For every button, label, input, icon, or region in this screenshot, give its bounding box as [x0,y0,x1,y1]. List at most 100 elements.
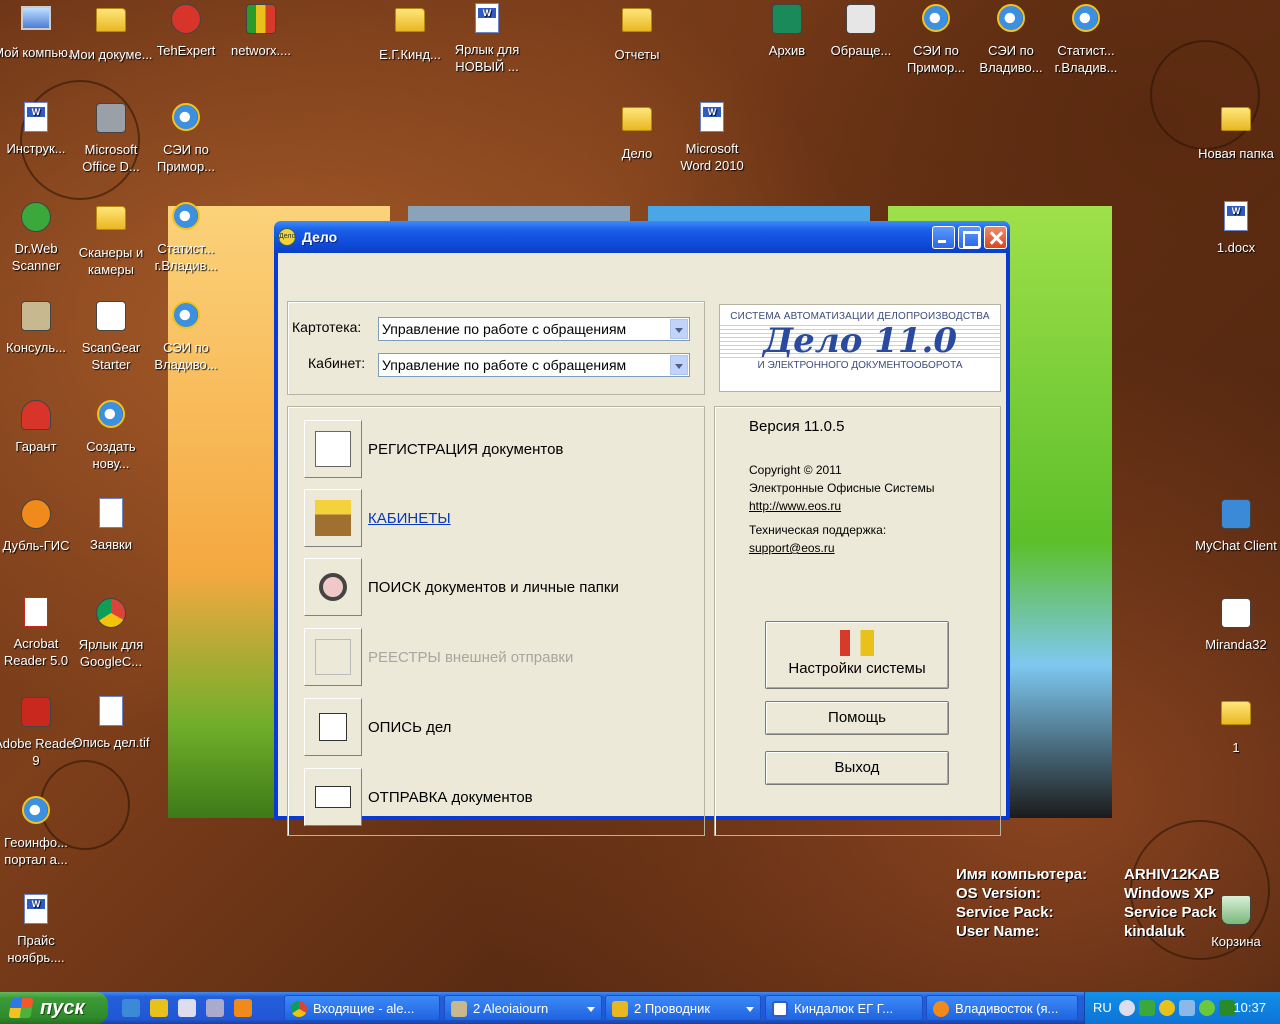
quicklaunch-office-icon[interactable] [234,999,252,1017]
registration-button[interactable] [304,420,362,478]
desktop-icon-zayavki[interactable]: Заявки [68,497,154,553]
menu-inventory[interactable]: ОПИСЬ дел [304,698,451,756]
app-group-icon [451,1001,467,1017]
desktop-icon-scangear[interactable]: ScanGear Starter [68,299,154,373]
ie-icon [172,202,200,230]
desktop-icon-scanners[interactable]: Сканеры и камеры [68,200,154,278]
maximize-button[interactable] [958,225,981,249]
desktop-icon-chrome-shortcut[interactable]: Ярлык для GoogleC... [68,596,154,670]
desktop-icon-docx[interactable]: W 1.docx [1193,200,1279,256]
kartoteka-select[interactable]: Управление по работе с обращениям [378,317,690,341]
desktop-icon-eg-kind[interactable]: Е.Г.Кинд... [367,2,453,63]
desktop-icon-new-folder[interactable]: Новая папка [1193,101,1279,162]
kartoteka-label: Картотека: [292,319,362,335]
desktop-icon-word-2010[interactable]: W Microsoft Word 2010 [669,101,755,174]
desktop-icon-label: Е.Г.Кинд... [379,47,441,62]
help-button[interactable]: Помощь [765,701,949,735]
desktop-icon-my-documents[interactable]: Мои докуме... [68,2,154,63]
folder-icon [395,8,425,32]
chevron-down-icon[interactable] [670,319,688,339]
settings-button[interactable]: Настройки системы [765,621,949,689]
desktop-icon-label: Новая папка [1198,146,1274,161]
folder-icon [96,8,126,32]
desktop-icon-statist-2[interactable]: Статист... г.Владив... [143,200,229,274]
menu-cabinets-label[interactable]: КАБИНЕТЫ [368,510,451,527]
desktop-icon-prais[interactable]: W Прайс ноябрь.... [0,893,79,966]
task-word-doc[interactable]: Киндалюк ЕГ Г... [765,995,923,1021]
tray-app-icon[interactable] [1139,1000,1155,1016]
os-value: Windows XP [1124,885,1214,902]
ie-icon [997,4,1025,32]
kartoteka-value: Управление по работе с обращениям [382,321,627,337]
pdf-icon [21,697,51,727]
word-icon [772,1001,788,1017]
desktop-icon-shortcut-new[interactable]: W Ярлык для НОВЫЙ ... [444,2,530,75]
desktop-icon-opis-tif[interactable]: Опись дел.tif [68,695,154,751]
desktop-icon-ms-office-doc[interactable]: Microsoft Office D... [68,101,154,175]
desktop-icon-reports[interactable]: Отчеты [594,2,680,63]
start-button[interactable]: пуск [0,992,108,1024]
window-titlebar[interactable]: Дело Дело [274,221,1010,253]
desktop-icon-label: Консуль... [6,340,66,355]
tray-user-icon[interactable] [1159,1000,1175,1016]
desktop-icon-statist-top[interactable]: Статист... г.Владив... [1043,2,1129,76]
scanner-icon [96,103,126,133]
tray-antivirus-icon[interactable] [1199,1000,1215,1016]
task-inbox[interactable]: Входящие - ale... [284,995,440,1021]
desktop-icon-label: 1 [1232,740,1240,755]
chevron-down-icon[interactable] [670,355,688,375]
task-group-aleoiaiourn[interactable]: 2 Aleoiaiourn [444,995,602,1021]
task-dublgis[interactable]: Владивосток (я... [926,995,1078,1021]
desktop-icon-label: Дубль-ГИС [2,538,70,553]
menu-search[interactable]: ПОИСК документов и личные папки [304,558,619,616]
menu-registration[interactable]: РЕГИСТРАЦИЯ документов [304,420,563,478]
tray-expand-icon[interactable] [1119,1000,1135,1016]
chrome-icon [291,1001,307,1017]
desktop-icon-sei-prim-top[interactable]: СЭИ по Примор... [893,2,979,76]
website-link[interactable]: http://www.eos.ru [749,497,934,515]
selection-panel [287,301,705,395]
quicklaunch-window-icon[interactable] [178,999,196,1017]
exit-button[interactable]: Выход [765,751,949,785]
desktop-icon-mychat[interactable]: MyChat Client [1193,497,1279,554]
tray-network-icon[interactable] [1179,1000,1195,1016]
desktop-icon-networx[interactable]: networx.... [218,2,304,59]
language-indicator[interactable]: RU [1093,992,1112,1024]
chevron-down-icon [746,1007,754,1012]
desktop-icon-label: TehExpert [156,43,216,58]
desktop-icon-geoinfo[interactable]: Геоинфо... портал а... [0,794,79,868]
desktop-icon-sei-prim-2[interactable]: СЭИ по Примор... [143,101,229,175]
folder-icon [1221,107,1251,131]
document-icon [99,498,123,528]
quicklaunch-media-icon[interactable] [150,999,168,1017]
computer-name-value: ARHIV12KAB [1124,866,1220,883]
menu-search-label: ПОИСК документов и личные папки [368,578,619,596]
desktop-icon-obrasche[interactable]: Обраще... [818,2,904,59]
task-label: Владивосток (я... [955,1001,1059,1016]
desktop-icon-folder-1[interactable]: 1 [1193,695,1279,756]
desktop-icon-sei-vlad-2[interactable]: СЭИ по Владиво... [143,299,229,373]
menu-dispatch[interactable]: ОТПРАВКА документов [304,768,533,826]
quicklaunch-desktop-icon[interactable] [206,999,224,1017]
dispatch-button[interactable] [304,768,362,826]
menu-cabinets[interactable]: КАБИНЕТЫ [304,489,451,547]
close-button[interactable] [984,225,1007,249]
desktop-icon-delo[interactable]: Дело [594,101,680,162]
desktop-icon-label: Статист... г.Владив... [154,241,218,273]
desktop-icon-miranda[interactable]: Miranda32 [1193,596,1279,653]
desktop-icon-create-new[interactable]: Создать нову... [68,398,154,472]
desktop-icon-tehexpert[interactable]: TehExpert [143,2,229,59]
search-button[interactable] [304,558,362,616]
system-info: Имя компьютера: ARHIV12KAB OS Version: Win… [956,865,1220,941]
desktop-icon-sei-vlad-top[interactable]: СЭИ по Владиво... [968,2,1054,76]
desktop-icon-label: 1.docx [1216,240,1256,255]
task-group-explorer[interactable]: 2 Проводник [605,995,761,1021]
inventory-button[interactable] [304,698,362,756]
support-email-link[interactable]: support@eos.ru [749,539,886,557]
cabinets-button[interactable] [304,489,362,547]
kabinet-select[interactable]: Управление по работе с обращениям [378,353,690,377]
clock[interactable]: 10:37 [1233,992,1266,1024]
quicklaunch-ie-icon[interactable] [122,999,140,1017]
user-value: kindaluk [1124,923,1185,940]
minimize-button[interactable] [932,225,955,249]
